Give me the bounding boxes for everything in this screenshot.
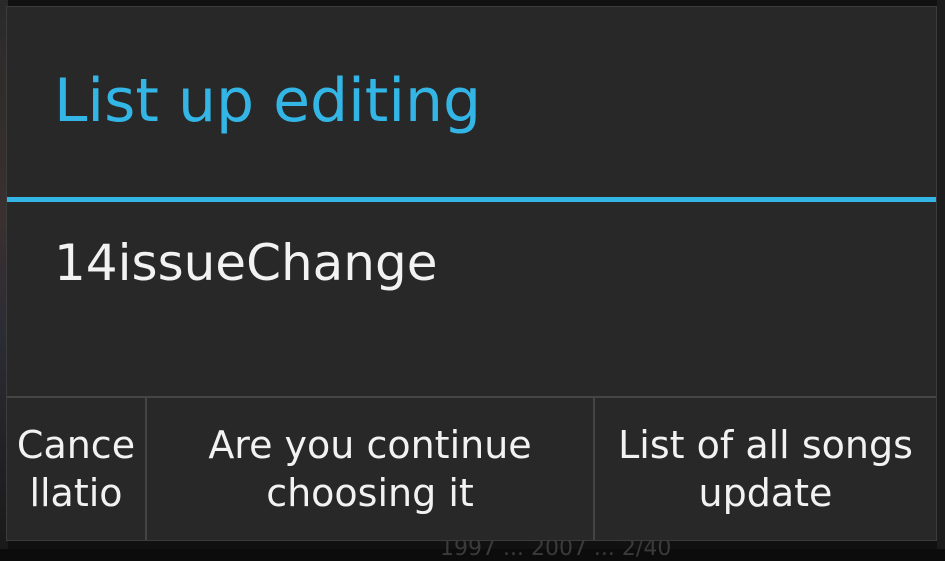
update-all-songs-button[interactable]: List of all songs update: [595, 398, 936, 540]
background-right-edge: [937, 0, 945, 549]
list-editing-dialog: List up editing 14issueChange Cance llat…: [6, 6, 937, 541]
update-button-label-line1: List of all songs: [618, 423, 913, 467]
cancel-button-label-line2: llatio: [29, 471, 123, 515]
dialog-button-bar: Cance llatio Are you continue choosing i…: [7, 396, 936, 540]
title-divider: [7, 197, 936, 202]
dialog-message: 14issueChange: [54, 234, 438, 292]
update-button-label-line2: update: [698, 471, 833, 515]
continue-choosing-button[interactable]: Are you continue choosing it: [147, 398, 595, 540]
continue-button-label-line2: choosing it: [266, 471, 474, 515]
cancel-button[interactable]: Cance llatio: [7, 398, 147, 540]
cancel-button-label-line1: Cance: [16, 423, 136, 467]
dialog-title: List up editing: [54, 66, 482, 136]
continue-button-label-line1: Are you continue: [208, 423, 532, 467]
